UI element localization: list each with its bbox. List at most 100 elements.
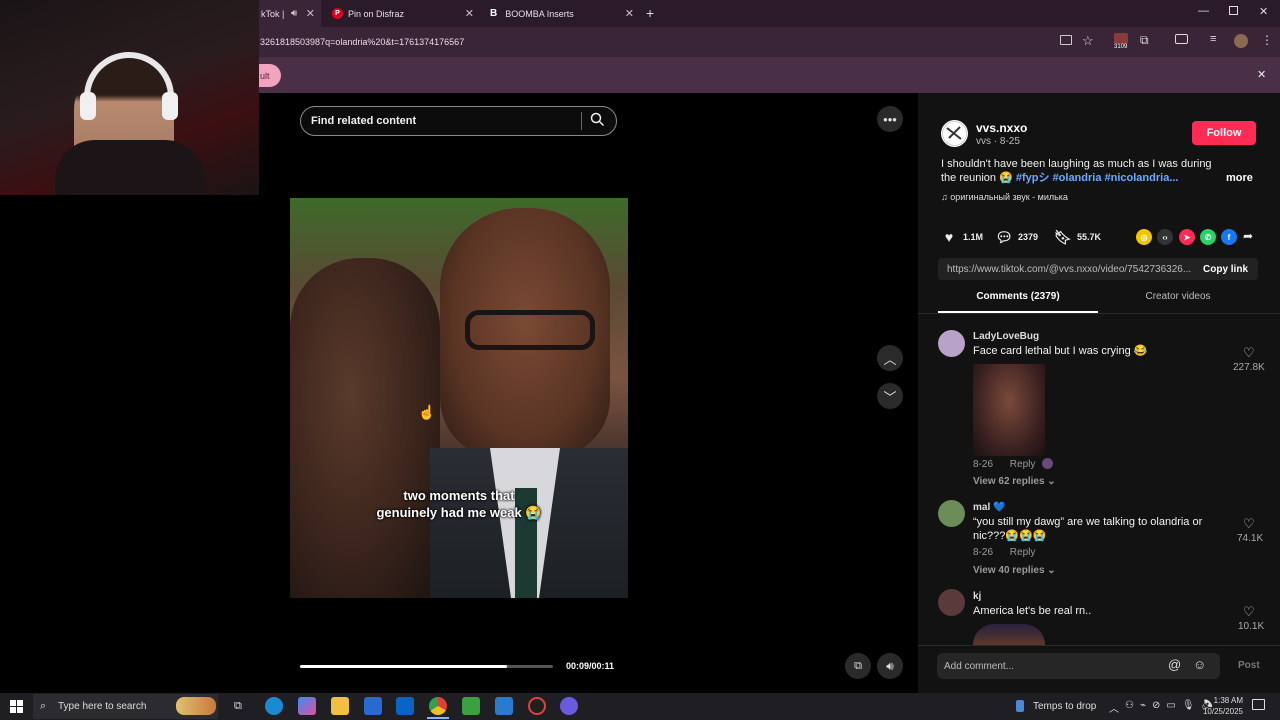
media-icon[interactable]: ≡ <box>1210 33 1216 45</box>
send-icon[interactable]: ➤ <box>1179 229 1195 245</box>
embed-icon[interactable]: ‹› <box>1157 229 1173 245</box>
whatsapp-icon[interactable]: ✆ <box>1200 229 1216 245</box>
copy-link-button[interactable]: Copy link <box>1203 264 1248 275</box>
hashtag-olandria[interactable]: #olandria <box>1053 172 1102 184</box>
comment-username[interactable]: kj <box>973 591 981 602</box>
tray-chevron-icon[interactable]: ︿ <box>1109 700 1119 715</box>
follow-button[interactable]: Follow <box>1192 121 1256 145</box>
new-tab-icon[interactable]: + <box>646 5 654 21</box>
reply-button[interactable]: Reply <box>1010 547 1036 558</box>
close-icon[interactable]: ✕ <box>465 7 474 20</box>
restore-icon[interactable] <box>1229 6 1238 15</box>
tab-label: BOOMBA Inserts <box>505 8 574 19</box>
author-avatar[interactable] <box>941 120 968 147</box>
facebook-icon[interactable]: f <box>1221 229 1237 245</box>
file-explorer-icon[interactable] <box>331 697 349 715</box>
extension-badge: 3109 <box>1114 44 1128 50</box>
weather-text[interactable]: Temps to drop <box>1033 701 1096 712</box>
menu-icon[interactable]: ⋮ <box>1261 33 1273 47</box>
windows-start-icon[interactable] <box>10 700 23 718</box>
video-link[interactable]: https://www.tiktok.com/@vvs.nxxo/video/7… <box>947 264 1192 275</box>
reply-button[interactable]: Reply <box>1010 459 1036 470</box>
tab-comments[interactable]: Comments (2379) <box>938 291 1098 313</box>
url-field[interactable]: 3261818503987q=olandria%20&t=17613741765… <box>260 37 464 47</box>
app-icon[interactable] <box>528 697 546 715</box>
mention-icon[interactable]: @ <box>1168 657 1181 672</box>
video-time: 00:09/00:11 <box>566 661 615 671</box>
video-caption: two moments that genuinely had me weak 😭 <box>290 487 628 521</box>
bookmark-star-icon[interactable]: ☆ <box>1082 33 1094 49</box>
post-button[interactable]: Post <box>1238 660 1260 671</box>
caption-line-2: genuinely had me weak 😭 <box>376 505 542 520</box>
comment-text: America let's be real rn.. <box>973 605 1092 617</box>
tab-pinterest[interactable]: P Pin on Disfraz ✕ <box>322 0 480 27</box>
comment-avatar[interactable] <box>938 500 965 527</box>
app-icon[interactable] <box>495 697 513 715</box>
comment-meta: 8-26 Reply <box>973 459 1049 470</box>
window-close-icon[interactable]: ✕ <box>1259 5 1268 18</box>
volume-icon[interactable]: 🔊︎ <box>877 653 903 679</box>
notification-icon[interactable] <box>1252 699 1265 710</box>
edge-icon[interactable] <box>265 697 283 715</box>
comment-meta: 8-26 Reply <box>973 547 1049 558</box>
outlook-icon[interactable] <box>396 697 414 715</box>
comment-stat[interactable]: 💬︎ 2379 <box>995 228 1038 245</box>
heart-icon[interactable]: ♡ <box>1243 604 1255 620</box>
share-arrow-icon[interactable]: ➦ <box>1243 229 1253 243</box>
float-player-icon[interactable]: ⧉ <box>845 653 871 679</box>
comment-avatar[interactable] <box>938 330 965 357</box>
cast-icon[interactable] <box>1175 34 1188 44</box>
repost-icon[interactable]: ◎ <box>1136 229 1152 245</box>
comment-icon: 💬︎ <box>995 228 1013 245</box>
info-pill[interactable]: ult <box>258 64 281 87</box>
puzzle-icon[interactable]: ⧉ <box>1140 33 1149 48</box>
view-replies[interactable]: View 40 replies ⌄ <box>973 565 1056 576</box>
profile-avatar[interactable] <box>1234 34 1248 48</box>
minecraft-icon[interactable] <box>462 697 480 715</box>
tab-boomba[interactable]: B BOOMBA Inserts ✕ <box>482 0 640 27</box>
save-stat[interactable]: 🔖︎ 55.7K <box>1054 229 1101 245</box>
comment-likes: 10.1K <box>1238 621 1265 632</box>
search-icon[interactable] <box>590 112 605 132</box>
view-replies[interactable]: View 62 replies ⌄ <box>973 476 1056 487</box>
extension-icon[interactable] <box>1114 33 1128 44</box>
comment-placeholder: Add comment... <box>944 660 1015 672</box>
video-frame[interactable] <box>290 198 628 598</box>
heart-icon[interactable]: ♡ <box>1243 516 1255 532</box>
like-stat[interactable]: ♥ 1.1M <box>941 229 983 245</box>
chevron-down-icon[interactable]: ﹀ <box>877 383 903 409</box>
minimize-icon[interactable]: — <box>1198 5 1209 17</box>
copilot-icon[interactable] <box>298 697 316 715</box>
app-icon[interactable] <box>560 697 578 715</box>
chrome-icon[interactable] <box>429 697 447 715</box>
tab-creator-videos[interactable]: Creator videos <box>1098 291 1258 313</box>
speaker-icon[interactable]: 🔊︎ <box>291 8 297 19</box>
store-icon[interactable] <box>364 697 382 715</box>
comment-avatar[interactable] <box>938 589 965 616</box>
comment-username[interactable]: LadyLoveBug <box>973 331 1039 342</box>
more-options-icon[interactable]: ••• <box>877 106 903 132</box>
close-icon[interactable]: ✕ <box>306 7 315 20</box>
hashtag-nicolandria[interactable]: #nicolandria... <box>1105 172 1179 184</box>
chevron-up-icon[interactable]: ︿ <box>877 345 903 371</box>
comment-image[interactable] <box>973 624 1045 645</box>
comment-text: “you still my dawg” are we talking to ol… <box>973 516 1203 542</box>
sound-link[interactable]: ♫ оригинальный звук - милька <box>941 192 1068 202</box>
emoji-icon[interactable]: ☺ <box>1193 657 1206 672</box>
author-name[interactable]: vvs.nxxo <box>976 121 1027 135</box>
more-button[interactable]: more <box>1226 172 1253 184</box>
comment-username[interactable]: mal 💙 <box>973 502 1005 513</box>
hashtag-fyp[interactable]: #fypシ <box>1016 172 1050 184</box>
taskbar-clock[interactable]: 1:38 AM 10/25/2025 <box>1201 695 1243 717</box>
comment-image[interactable] <box>973 364 1045 456</box>
clock-date: 10/25/2025 <box>1202 707 1243 716</box>
heart-icon[interactable]: ♡ <box>1243 345 1255 361</box>
tab-tiktok[interactable]: kTok | 🔊︎ ✕ <box>259 0 321 27</box>
taskbar-search-placeholder: Type here to search <box>58 701 147 712</box>
install-app-icon[interactable] <box>1060 35 1072 45</box>
close-icon[interactable]: ✕ <box>625 7 634 20</box>
clock-time: 1:38 AM <box>1213 696 1243 705</box>
info-close-icon[interactable]: ✕ <box>1257 68 1266 81</box>
task-view-icon[interactable]: ⧉ <box>234 700 242 713</box>
search-input[interactable]: Find related content <box>300 106 617 136</box>
